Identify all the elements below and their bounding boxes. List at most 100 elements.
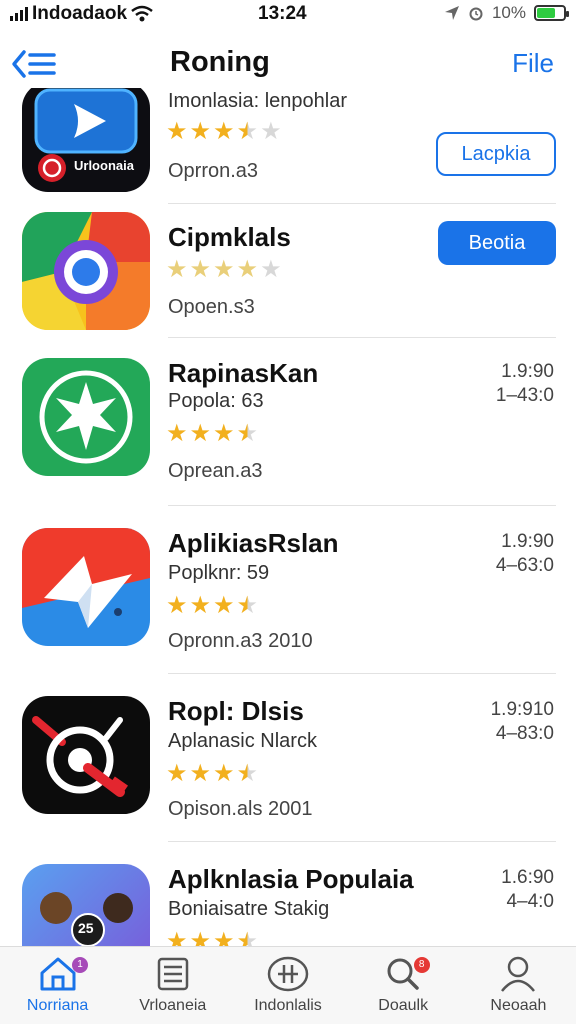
person-icon: [501, 956, 536, 992]
star-half-icon: ★: [236, 420, 259, 447]
rating-stars: ★ ★ ★ ★ ★: [166, 120, 282, 144]
app-subtitle: Poplknr: 59: [168, 562, 270, 584]
app-subtitle: Boniaisatre Stakig: [168, 898, 330, 920]
app-icon-label: Urloonaia: [74, 158, 134, 173]
rating-stars: ★ ★ ★ ★: [166, 928, 259, 947]
star-empty-icon: ★: [260, 256, 282, 283]
star-icon: ★: [213, 928, 235, 947]
grid-icon: [267, 956, 309, 992]
rating-stars: ★ ★ ★ ★ ★: [166, 258, 282, 282]
app-side-info: 1.6:90 4–4:0: [501, 866, 554, 914]
star-empty-icon: ★: [260, 118, 282, 145]
star-icon: ★: [189, 118, 212, 145]
stopwatch-app-icon[interactable]: [22, 696, 150, 814]
carrier: Indoadaok: [10, 3, 153, 25]
battery-percent: 10%: [491, 3, 526, 22]
tab-bar: 1 Norriana Vrloaneia Indonlalis 8 Doaulk: [0, 946, 576, 1024]
star-empty-icon: ★: [236, 256, 259, 283]
camera-app-icon[interactable]: [22, 212, 150, 330]
tab-label: Vrloaneia: [139, 997, 207, 1014]
list-item[interactable]: AplikiasRslan Poplknr: 59 ★ ★ ★ ★ Opronn.a3…: [0, 506, 576, 674]
side-line: 4–4:0: [506, 891, 554, 912]
app-subtitle: Popola: 63: [168, 390, 264, 412]
app-subtitle: Aplanasic Nlarck: [168, 730, 317, 752]
list-item[interactable]: 25 Aplknlasia Populaia Boniaisatre Staki…: [0, 842, 576, 946]
app-name: Cipmklals: [168, 222, 291, 252]
notification-badge: 8: [413, 957, 430, 973]
side-line: 1.6:90: [501, 867, 554, 888]
paper-plane-app-icon[interactable]: [22, 528, 150, 646]
rating-stars: ★ ★ ★ ★: [166, 762, 258, 786]
app-name: RapinasKan: [168, 358, 319, 388]
install-button[interactable]: Beotia: [438, 221, 556, 265]
app-meta: Oprron.a3: [168, 160, 259, 182]
side-line: 1.9:910: [490, 699, 554, 720]
list-icon: [157, 957, 189, 991]
star-icon: ★: [166, 592, 188, 619]
tab-list[interactable]: Vrloaneia: [115, 947, 230, 1024]
play-app-icon[interactable]: Urloonaia: [22, 88, 150, 192]
back-list-icon[interactable]: [10, 44, 58, 84]
tab-grid[interactable]: Indonlalis: [230, 947, 345, 1024]
star-icon: ★: [166, 118, 188, 145]
star-badge-app-icon[interactable]: [22, 358, 150, 476]
app-name: AplikiasRslan: [168, 528, 339, 558]
star-half-icon: ★: [236, 592, 259, 619]
star-icon: ★: [213, 118, 235, 145]
app-name: Ropl: Dlsis: [168, 696, 304, 726]
signal-icon: [10, 7, 28, 21]
star-icon: ★: [213, 760, 235, 787]
app-meta: Opronn.a3 2010: [168, 630, 313, 652]
side-line: 1.9:90: [501, 531, 554, 552]
app-icon-label: 25: [78, 920, 94, 936]
location-icon: [444, 6, 459, 20]
star-icon: ★: [166, 420, 188, 447]
star-icon: ★: [166, 760, 188, 787]
list-item[interactable]: Ropl: Dlsis Aplanasic Nlarck ★ ★ ★ ★ Opison…: [0, 674, 576, 842]
tab-label: Norriana: [26, 997, 89, 1014]
battery-icon: [534, 5, 569, 21]
file-link[interactable]: File: [512, 48, 554, 79]
app-side-info: 1.9:90 1–43:0: [496, 360, 554, 408]
app-name: Aplknlasia Populaia: [168, 864, 414, 894]
star-half-icon: ★: [237, 930, 259, 947]
rating-stars: ★ ★ ★ ★: [166, 594, 258, 618]
app-subtitle: Imonlasia: lenpohlar: [168, 90, 347, 112]
status-bar: Indoadaok 13:24 10%: [0, 0, 576, 30]
app-meta: Opison.als 2001: [168, 798, 313, 820]
people-app-icon[interactable]: 25: [22, 864, 150, 946]
tab-search[interactable]: 8 Doaulk: [346, 947, 461, 1024]
tab-home[interactable]: 1 Norriana: [0, 947, 115, 1024]
side-line: 1–43:0: [495, 385, 554, 406]
star-half-icon: ★: [236, 118, 259, 145]
status-time: 13:24: [258, 3, 307, 24]
rating-stars: ★ ★ ★ ★: [166, 422, 258, 446]
app-side-info: 1.9:90 4–63:0: [496, 530, 554, 578]
alarm-icon: [469, 7, 483, 21]
page-title: Roning: [170, 46, 270, 78]
notification-badge: 1: [72, 957, 88, 973]
star-empty-icon: ★: [213, 256, 235, 283]
wifi-icon: [131, 5, 153, 22]
side-line: 4–83:0: [495, 723, 554, 744]
app-meta: Oprean.a3: [168, 460, 263, 482]
side-line: 4–63:0: [495, 555, 554, 576]
star-icon: ★: [166, 928, 188, 947]
star-empty-icon: ★: [166, 256, 188, 283]
navigation-bar: Roning File: [0, 40, 576, 90]
carrier-label: Indoadaok: [32, 3, 128, 24]
list-item[interactable]: Cipmklals ★ ★ ★ ★ ★ Opoen.s3 Beotia: [0, 204, 576, 338]
app-side-info: 1.9:910 4–83:0: [491, 698, 554, 746]
side-line: 1.9:90: [501, 361, 554, 382]
star-icon: ★: [189, 592, 212, 619]
tab-label: Indonlalis: [254, 997, 322, 1014]
list-item[interactable]: Urloonaia Imonlasia: lenpohlar ★ ★ ★ ★ ★ Opr…: [0, 88, 576, 204]
star-icon: ★: [213, 420, 235, 447]
tab-label: Neoaah: [490, 997, 547, 1014]
star-half-icon: ★: [236, 760, 259, 787]
tab-label: Doaulk: [378, 997, 429, 1014]
app-list: Urloonaia Imonlasia: lenpohlar ★ ★ ★ ★ ★ Opr…: [0, 88, 576, 946]
list-item[interactable]: RapinasKan Popola: 63 ★ ★ ★ ★ Oprean.a3 1.9…: [0, 338, 576, 506]
get-button[interactable]: Lacpkia: [436, 132, 556, 176]
tab-profile[interactable]: Neoaah: [461, 947, 576, 1024]
